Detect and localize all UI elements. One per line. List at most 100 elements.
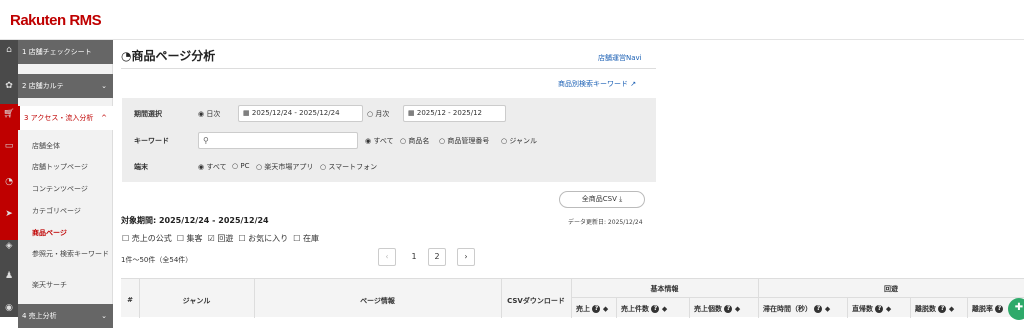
col-genre[interactable]: ジャンル — [139, 296, 254, 306]
device-label: 端末 — [134, 163, 148, 171]
sort-icon: ◆ — [661, 305, 668, 313]
sort-icon: ◆ — [885, 305, 892, 313]
col-number: # — [127, 296, 133, 304]
result-count: 1件〜50件（全54件） — [121, 256, 193, 264]
external-link-icon: ↗ — [630, 80, 637, 88]
download-icon: ⤓ — [619, 195, 623, 203]
calendar-icon: ▦ — [243, 109, 250, 117]
sidebar-section-karte[interactable]: 2 店舗カルテ ⌄ — [18, 74, 113, 98]
col-bounce-count[interactable]: 直帰数 ? ◆ — [852, 304, 891, 314]
checkbox-favorites[interactable]: ☐ お気に入り — [238, 234, 288, 243]
radio-daily[interactable]: ◉ 日次 — [198, 109, 220, 119]
page-1-button[interactable]: 1 — [407, 248, 421, 266]
radio-kw-all[interactable]: ◉ すべて — [365, 136, 394, 146]
plus-icon: ✚ — [1014, 302, 1024, 313]
group-basic-info: 基本情報 — [650, 285, 679, 293]
pie-chart-icon: ◔ — [121, 49, 132, 63]
col-exit-rate[interactable]: 離脱率 ? — [972, 304, 1004, 314]
page-title: ◔商品ページ分析 — [121, 49, 216, 63]
checkbox-kaiyu[interactable]: ☑ 回遊 — [208, 234, 234, 243]
sidebar-section-sales[interactable]: 4 売上分析 ⌄ — [18, 304, 113, 328]
radio-monthly[interactable]: ○ 月次 — [367, 109, 389, 119]
calendar-icon: ▦ — [408, 109, 415, 117]
tag-icon[interactable]: ◈ — [0, 236, 18, 256]
filter-panel: 期間選択 ◉ 日次 ▦ 2025/12/24 - 2025/12/24 ○ 月次… — [122, 98, 656, 182]
main-content: ◔商品ページ分析 店舗運営Navi 商品別検索キーワード ↗ 期間選択 ◉ 日次… — [113, 40, 1024, 318]
col-stay-time[interactable]: 滞在時間（秒） ? ◆ — [763, 304, 830, 314]
keyword-search-input[interactable]: ⚲ — [198, 132, 358, 149]
page-2-button[interactable]: 2 — [428, 248, 446, 266]
radio-dev-app[interactable]: ○ 楽天市場アプリ — [256, 162, 313, 172]
col-exit-count[interactable]: 離脱数 ? ◆ — [915, 304, 954, 314]
product-table-header: # ジャンル ページ情報 CSVダウンロード 基本情報 回遊 売上 ? ◆ 売上… — [121, 278, 1024, 318]
rakuten-rms-logo[interactable]: Rakuten RMS — [10, 12, 102, 29]
checkbox-traffic[interactable]: ☐ 集客 — [177, 234, 203, 243]
help-icon: ? — [651, 305, 660, 313]
data-updated-date: データ更新日: 2025/12/24 — [568, 219, 643, 226]
divider — [121, 68, 656, 69]
col-csv-download[interactable]: CSVダウンロード — [501, 296, 571, 306]
help-icon: ? — [938, 305, 947, 313]
sidebar-icon-column: ⌂ ✿ 🛒︎ ▭ ◔ ➤ ◈ ♟ ◉ — [0, 40, 18, 317]
help-icon: ? — [592, 305, 601, 313]
sidebar-menu: 1 店舗チェックシート 2 店舗カルテ ⌄ 3 アクセス・流入分析 ^ 店舗全体… — [18, 40, 113, 328]
sort-icon: ◆ — [602, 305, 609, 313]
checkbox-sales-formula[interactable]: ☐ 売上の公式 — [122, 234, 172, 243]
chevron-down-icon: ⌄ — [101, 312, 107, 320]
help-icon: ? — [814, 305, 823, 313]
top-bar: Rakuten RMS — [0, 0, 1024, 40]
radio-kw-name[interactable]: ○ 商品名 — [400, 136, 429, 146]
all-products-csv-button[interactable]: 全商品CSV ⤓ — [559, 191, 645, 208]
col-sales[interactable]: 売上 ? ◆ — [576, 304, 608, 314]
sidebar-item-category[interactable]: カテゴリページ — [18, 206, 113, 216]
section-label: 4 売上分析 — [22, 312, 57, 320]
sidebar-item-content[interactable]: コンテンツページ — [18, 184, 113, 194]
sort-icon: ◆ — [734, 305, 741, 313]
chevron-up-icon: ^ — [101, 114, 107, 122]
section-label: 3 アクセス・流入分析 — [24, 114, 94, 122]
prev-page-button[interactable]: ‹ — [378, 248, 396, 266]
sidebar-item-referrer[interactable]: 参照元・検索キーワード — [18, 249, 113, 259]
target-period: 対象期間: 2025/12/24 - 2025/12/24 — [121, 216, 269, 225]
layers-icon[interactable]: ▭ — [0, 136, 18, 156]
col-page-info[interactable]: ページ情報 — [254, 296, 501, 306]
section-label: 1 店舗チェックシート — [22, 48, 92, 56]
metric-checkboxes: ☐ 売上の公式 ☐ 集客 ☑ 回遊 ☐ お気に入り ☐ 在庫 — [122, 233, 319, 244]
sidebar-item-product-page[interactable]: 商品ページ — [18, 228, 113, 238]
keyword-label: キーワード — [134, 137, 169, 145]
sort-icon: ◆ — [824, 305, 831, 313]
help-icon: ? — [875, 305, 884, 313]
send-icon[interactable]: ➤ — [0, 204, 18, 224]
radio-dev-pc[interactable]: ○ PC — [232, 162, 249, 170]
sidebar-section-access[interactable]: 3 アクセス・流入分析 ^ — [18, 106, 113, 130]
help-icon: ? — [724, 305, 733, 313]
next-page-button[interactable]: › — [457, 248, 475, 266]
col-sales-units[interactable]: 売上個数 ? ◆ — [694, 304, 740, 314]
period-label: 期間選択 — [134, 110, 162, 118]
col-sales-count[interactable]: 売上件数 ? ◆ — [621, 304, 667, 314]
section-label: 2 店舗カルテ — [22, 82, 64, 90]
search-icon: ⚲ — [203, 136, 209, 145]
checkbox-stock[interactable]: ☐ 在庫 — [293, 234, 319, 243]
monthly-date-range[interactable]: ▦ 2025/12 - 2025/12 — [403, 105, 506, 122]
sidebar-item-store-all[interactable]: 店舗全体 — [18, 141, 113, 151]
help-icon: ? — [995, 305, 1004, 313]
chevron-down-icon: ⌄ — [101, 82, 107, 90]
sidebar-section-checksheet[interactable]: 1 店舗チェックシート — [18, 40, 113, 64]
pie-icon[interactable]: ◔ — [0, 172, 18, 192]
group-kaiyu: 回遊 — [884, 285, 898, 293]
store-navi-link[interactable]: 店舗運営Navi — [598, 53, 642, 63]
sidebar-item-rakuten-search[interactable]: 楽天サーチ — [18, 280, 113, 290]
gear-icon[interactable]: ✿ — [0, 76, 18, 96]
daily-date-range[interactable]: ▦ 2025/12/24 - 2025/12/24 — [238, 105, 363, 122]
radio-kw-number[interactable]: ○ 商品管理番号 — [439, 136, 489, 146]
people-icon[interactable]: ♟ — [0, 266, 18, 286]
radio-kw-genre[interactable]: ○ ジャンル — [501, 136, 537, 146]
coin-icon[interactable]: ◉ — [0, 298, 18, 318]
sort-icon: ◆ — [948, 305, 955, 313]
product-keyword-link[interactable]: 商品別検索キーワード ↗ — [558, 79, 636, 89]
radio-dev-sp[interactable]: ○ スマートフォン — [320, 162, 377, 172]
radio-dev-all[interactable]: ◉ すべて — [198, 162, 227, 172]
home-icon[interactable]: ⌂ — [0, 40, 18, 60]
sidebar-item-store-top[interactable]: 店舗トップページ — [18, 162, 113, 172]
